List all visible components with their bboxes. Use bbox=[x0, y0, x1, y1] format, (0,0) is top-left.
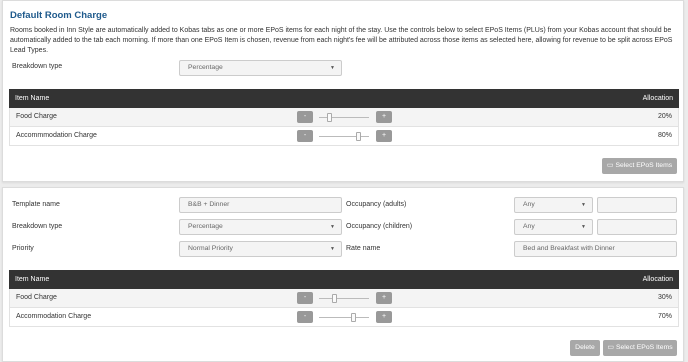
template-name-label: Template name bbox=[12, 201, 60, 208]
decrease-button[interactable]: - bbox=[297, 111, 313, 123]
allocation-slider-track[interactable] bbox=[319, 298, 369, 299]
card-icon: ▭ bbox=[607, 344, 614, 351]
allocation-slider-track[interactable] bbox=[319, 136, 369, 137]
select-epos-items-label: Select EPoS Items bbox=[615, 344, 673, 351]
increase-button[interactable]: + bbox=[376, 311, 392, 323]
occupancy-adults-label: Occupancy (adults) bbox=[346, 201, 407, 208]
item-name: Food Charge bbox=[16, 113, 57, 120]
increase-button[interactable]: + bbox=[376, 111, 392, 123]
chevron-down-icon: ▼ bbox=[581, 202, 586, 208]
col-item-name: Item Name bbox=[15, 276, 50, 283]
select-epos-items-button[interactable]: ▭ Select EPoS Items bbox=[603, 340, 677, 356]
select-epos-items-label: Select EPoS Items bbox=[615, 162, 673, 169]
chevron-down-icon: ▼ bbox=[581, 224, 586, 230]
priority-label: Priority bbox=[12, 245, 34, 252]
allocation-slider-track[interactable] bbox=[319, 317, 369, 318]
rate-name-label: Rate name bbox=[346, 245, 381, 252]
occupancy-adults-select[interactable]: Any ▼ bbox=[514, 197, 593, 213]
select-epos-items-button[interactable]: ▭ Select EPoS Items bbox=[602, 158, 677, 174]
breakdown-type-value: Percentage bbox=[188, 223, 223, 230]
breakdown-type-value: Percentage bbox=[188, 64, 223, 71]
table-row: Accommmodation Charge - + 80% bbox=[9, 127, 679, 146]
item-name: Accommodation Charge bbox=[16, 313, 92, 320]
col-item-name: Item Name bbox=[15, 95, 50, 102]
allocation-table-header: Item Name Allocation bbox=[9, 270, 679, 289]
item-name: Food Charge bbox=[16, 294, 57, 301]
allocation-value: 20% bbox=[657, 113, 672, 120]
allocation-value: 80% bbox=[657, 132, 672, 139]
chevron-down-icon: ▼ bbox=[330, 65, 335, 71]
rate-name-input[interactable]: Bed and Breakfast with Dinner bbox=[514, 241, 677, 257]
decrease-button[interactable]: - bbox=[297, 311, 313, 323]
table-row: Food Charge - + 20% bbox=[9, 108, 679, 127]
occupancy-children-extra-input[interactable] bbox=[597, 219, 677, 235]
decrease-button[interactable]: - bbox=[297, 130, 313, 142]
col-allocation: Allocation bbox=[642, 276, 673, 283]
breakdown-type-label: Breakdown type bbox=[12, 63, 63, 70]
occupancy-adults-value: Any bbox=[523, 201, 535, 208]
occupancy-children-value: Any bbox=[523, 223, 535, 230]
chevron-down-icon: ▼ bbox=[330, 246, 335, 252]
section-title: Default Room Charge bbox=[10, 10, 108, 21]
occupancy-adults-extra-input[interactable] bbox=[597, 197, 677, 213]
decrease-button[interactable]: - bbox=[297, 292, 313, 304]
default-room-charge-card: Default Room Charge Rooms booked in Inn … bbox=[2, 0, 684, 182]
breakdown-type-select[interactable]: Percentage ▼ bbox=[179, 219, 342, 235]
increase-button[interactable]: + bbox=[376, 130, 392, 142]
col-allocation: Allocation bbox=[642, 95, 673, 102]
occupancy-children-label: Occupancy (children) bbox=[346, 223, 413, 230]
breakdown-type-label: Breakdown type bbox=[12, 223, 63, 230]
allocation-slider-handle[interactable] bbox=[351, 313, 356, 322]
template-card: Template name B&B + Dinner Occupancy (ad… bbox=[2, 187, 684, 362]
allocation-value: 70% bbox=[657, 313, 672, 320]
item-name: Accommmodation Charge bbox=[16, 132, 97, 139]
allocation-slider-handle[interactable] bbox=[332, 294, 337, 303]
breakdown-type-select[interactable]: Percentage ▼ bbox=[179, 60, 342, 76]
card-icon: ▭ bbox=[606, 162, 614, 169]
allocation-slider-handle[interactable] bbox=[356, 132, 361, 141]
table-row: Accommodation Charge - + 70% bbox=[9, 308, 679, 327]
table-row: Food Charge - + 30% bbox=[9, 289, 679, 308]
priority-value: Normal Priority bbox=[188, 245, 233, 252]
delete-button[interactable]: Delete bbox=[570, 340, 600, 356]
allocation-value: 30% bbox=[657, 294, 672, 301]
chevron-down-icon: ▼ bbox=[330, 224, 335, 230]
increase-button[interactable]: + bbox=[376, 292, 392, 304]
allocation-slider-handle[interactable] bbox=[327, 113, 332, 122]
priority-select[interactable]: Normal Priority ▼ bbox=[179, 241, 342, 257]
occupancy-children-select[interactable]: Any ▼ bbox=[514, 219, 593, 235]
template-name-input[interactable]: B&B + Dinner bbox=[179, 197, 342, 213]
section-description: Rooms booked in Inn Style are automatica… bbox=[10, 27, 673, 54]
allocation-table-header: Item Name Allocation bbox=[9, 89, 679, 108]
